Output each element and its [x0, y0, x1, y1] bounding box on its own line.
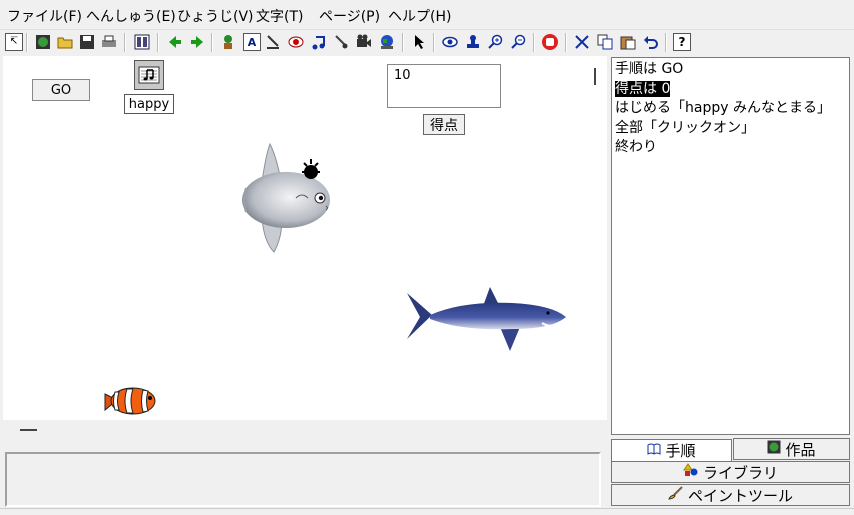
- save-icon[interactable]: [78, 33, 96, 51]
- music-label[interactable]: happy: [124, 94, 174, 114]
- script-editor[interactable]: 手順は GO 得点は 0 はじめる「happy みんなとまる」 全部「クリックオ…: [611, 57, 850, 435]
- menu-edit[interactable]: へんしゅう(E): [86, 6, 176, 26]
- stop-hand-icon[interactable]: [541, 33, 559, 51]
- paste-icon[interactable]: [619, 33, 637, 51]
- open-folder-icon[interactable]: [56, 33, 74, 51]
- score-label[interactable]: 得点: [423, 114, 465, 135]
- toolbar-separator: [157, 33, 159, 52]
- print-icon[interactable]: [100, 33, 118, 51]
- scroll-thumb[interactable]: [594, 68, 596, 85]
- stamp-icon[interactable]: [464, 33, 482, 51]
- bomb-sprite[interactable]: [299, 157, 323, 183]
- score-field[interactable]: 10: [387, 64, 501, 108]
- undo-icon[interactable]: [642, 33, 660, 51]
- scroll-thumb[interactable]: [20, 429, 37, 431]
- globe-icon: [767, 440, 781, 458]
- script-line[interactable]: 終わり: [615, 138, 846, 158]
- tab-paint-tools[interactable]: ペイントツール: [611, 484, 850, 506]
- toolbar-separator: [533, 33, 535, 52]
- brush-icon[interactable]: [332, 33, 350, 51]
- paint-icon[interactable]: [264, 33, 282, 51]
- script-line-selected[interactable]: 得点は 0: [615, 80, 846, 100]
- message-box[interactable]: [5, 452, 601, 507]
- toolbar-separator: [211, 33, 213, 52]
- book-icon: [647, 443, 661, 459]
- copy-icon[interactable]: [596, 33, 614, 51]
- toolbar-separator: [665, 33, 667, 52]
- page-view-icon[interactable]: [133, 33, 151, 51]
- arrow-left-icon[interactable]: [166, 33, 184, 51]
- menu-page[interactable]: ページ(P): [319, 6, 380, 26]
- music-note-icon[interactable]: [310, 33, 328, 51]
- music-score-icon[interactable]: [134, 60, 164, 90]
- arrow-right-icon[interactable]: [188, 33, 206, 51]
- zoom-in-icon[interactable]: [487, 33, 505, 51]
- help-icon[interactable]: ?: [673, 33, 691, 51]
- tab-library-label: ライブラリ: [702, 463, 778, 482]
- menu-bar: ファイル(F) へんしゅう(E) ひょうじ(V) 文字(T) ページ(P) ヘル…: [0, 0, 854, 28]
- text-box-icon[interactable]: A: [243, 33, 261, 51]
- tab-paint-tools-label: ペイントツール: [687, 486, 793, 505]
- cursor-select-icon[interactable]: ↸: [5, 33, 23, 51]
- menu-text[interactable]: 文字(T): [256, 6, 303, 26]
- clownfish-sprite[interactable]: [103, 380, 161, 420]
- menu-help[interactable]: ヘルプ(H): [388, 6, 451, 26]
- go-button[interactable]: GO: [32, 79, 90, 101]
- globe-icon[interactable]: [34, 33, 52, 51]
- eye-icon[interactable]: [441, 33, 459, 51]
- paintbrush-icon: [668, 486, 684, 504]
- toolbar-separator: [26, 33, 28, 52]
- shark-sprite[interactable]: [402, 283, 570, 357]
- tab-works-label: 作品: [785, 440, 816, 459]
- toolbar-separator: [402, 33, 404, 52]
- toolbar-separator: [565, 33, 567, 52]
- earth-icon[interactable]: [378, 33, 396, 51]
- film-icon[interactable]: [355, 33, 373, 51]
- toolbar: ↸ A ?: [0, 29, 854, 54]
- tab-steps[interactable]: 手順: [611, 439, 732, 461]
- tab-works[interactable]: 作品: [733, 438, 850, 460]
- menu-file[interactable]: ファイル(F): [7, 6, 82, 26]
- stage-horizontal-scrollbar[interactable]: [3, 420, 607, 440]
- toolbar-separator: [124, 33, 126, 52]
- script-line[interactable]: 手順は GO: [615, 60, 846, 80]
- cut-icon[interactable]: [573, 33, 591, 51]
- zoom-out-icon[interactable]: [510, 33, 528, 51]
- pointer-icon[interactable]: [410, 33, 428, 51]
- tab-steps-label: 手順: [665, 442, 696, 460]
- menu-view[interactable]: ひょうじ(V): [177, 6, 254, 26]
- script-line[interactable]: 全部「クリックオン」: [615, 119, 846, 139]
- shapes-icon: [683, 463, 699, 481]
- tab-library[interactable]: ライブラリ: [611, 461, 850, 483]
- record-icon[interactable]: [287, 33, 305, 51]
- stage-vertical-scrollbar[interactable]: [587, 56, 607, 420]
- script-line[interactable]: はじめる「happy みんなとまる」: [615, 99, 846, 119]
- character-icon[interactable]: [219, 33, 237, 51]
- toolbar-separator: [433, 33, 435, 52]
